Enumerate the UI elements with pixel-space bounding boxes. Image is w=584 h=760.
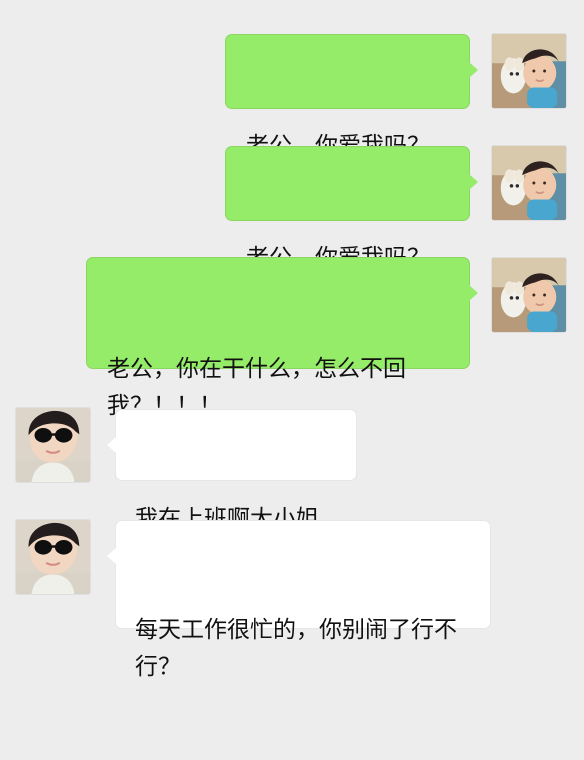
outgoing-message-bubble[interactable]: 老公，你爱我吗？ bbox=[225, 34, 478, 159]
child-with-dog-avatar-icon bbox=[492, 258, 566, 332]
person-with-sunglasses-avatar-icon bbox=[16, 520, 90, 594]
message-text: 每天工作很忙的，你别闹了行不行？ bbox=[135, 617, 457, 680]
child-with-dog-avatar-icon bbox=[492, 146, 566, 220]
person-with-sunglasses-avatar-icon bbox=[16, 408, 90, 482]
outgoing-message-bubble[interactable]: 老公，你在干什么，怎么不回我？！！！ bbox=[86, 257, 478, 419]
self-avatar[interactable] bbox=[491, 257, 567, 333]
incoming-message-bubble[interactable]: 每天工作很忙的，你别闹了行不行？ bbox=[107, 520, 491, 680]
child-with-dog-avatar-icon bbox=[492, 34, 566, 108]
contact-avatar[interactable] bbox=[15, 407, 91, 483]
self-avatar[interactable] bbox=[491, 145, 567, 221]
incoming-message-bubble[interactable]: 我在上班啊大小姐 bbox=[107, 409, 357, 532]
outgoing-message-bubble[interactable]: 老公，你爱我吗？ bbox=[225, 146, 478, 271]
contact-avatar[interactable] bbox=[15, 519, 91, 595]
self-avatar[interactable] bbox=[491, 33, 567, 109]
chat-conversation: 老公，你爱我吗？ 老公，你爱我吗？ bbox=[0, 0, 584, 680]
